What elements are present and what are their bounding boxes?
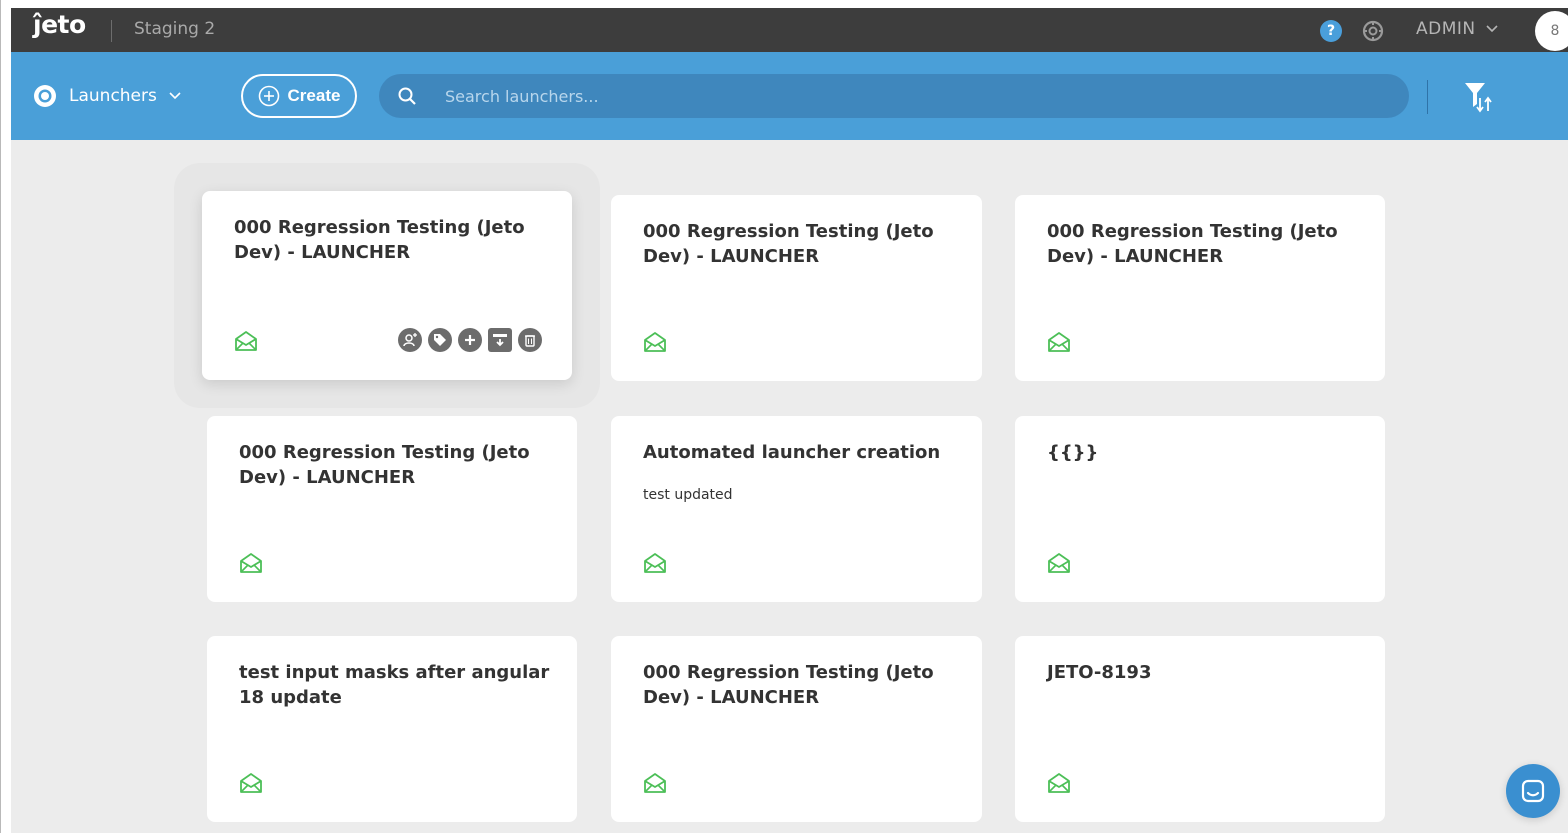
launcher-card[interactable]: 000 Regression Testing (Jeto Dev) - LAUN…: [1015, 195, 1385, 381]
card-title: test input masks after angular 18 update: [239, 662, 550, 708]
chat-icon: [1521, 779, 1545, 803]
create-button[interactable]: Create: [241, 74, 357, 118]
chevron-down-icon: [1486, 25, 1498, 33]
card-title: {{}}: [1047, 442, 1099, 463]
top-bar: ĵeto Staging 2 ? ADMIN 8: [11, 8, 1568, 52]
card-title: 000 Regression Testing (Jeto Dev) - LAUN…: [643, 221, 934, 267]
toolbar: Launchers Create: [11, 52, 1568, 140]
card-title: Automated launcher creation: [643, 442, 941, 463]
envelope-open-icon: [1048, 773, 1070, 793]
user-menu[interactable]: ADMIN: [1416, 19, 1498, 39]
launchers-grid: 000 Regression Testing (Jeto Dev) - LAUN…: [11, 140, 1568, 833]
section-selector-label: Launchers: [69, 86, 157, 106]
tag-icon[interactable]: [428, 328, 452, 352]
section-selector[interactable]: Launchers: [33, 84, 181, 108]
card-title: JETO-8193: [1047, 662, 1152, 683]
envelope-open-icon: [644, 553, 666, 573]
jeto-logo[interactable]: ĵeto: [33, 10, 86, 39]
envelope-open-icon: [1048, 332, 1070, 352]
add-icon[interactable]: [458, 328, 482, 352]
launcher-card[interactable]: 000 Regression Testing (Jeto Dev) - LAUN…: [207, 416, 577, 602]
logo-divider: [111, 20, 112, 42]
card-title: 000 Regression Testing (Jeto Dev) - LAUN…: [239, 442, 530, 488]
add-user-icon[interactable]: [398, 328, 422, 352]
card-actions: [398, 328, 542, 352]
search-icon: [398, 87, 416, 105]
archive-icon[interactable]: [488, 328, 512, 352]
envelope-open-icon: [1048, 553, 1070, 573]
delete-icon[interactable]: [518, 328, 542, 352]
launcher-card[interactable]: JETO-8193: [1015, 636, 1385, 822]
card-title: 000 Regression Testing (Jeto Dev) - LAUN…: [643, 662, 934, 708]
target-icon: [34, 85, 56, 107]
search-input[interactable]: [445, 74, 1385, 118]
help-icon[interactable]: ?: [1320, 20, 1342, 42]
plus-circle-icon: [258, 85, 279, 107]
gear-icon[interactable]: [1361, 19, 1385, 43]
create-button-label: Create: [287, 86, 341, 105]
search-bar[interactable]: [379, 74, 1409, 118]
envelope-open-icon: [644, 332, 666, 352]
launcher-card[interactable]: 000 Regression Testing (Jeto Dev) - LAUN…: [202, 191, 572, 380]
environment-name: Staging 2: [134, 19, 216, 39]
user-menu-label: ADMIN: [1416, 19, 1476, 39]
launcher-card[interactable]: test input masks after angular 18 update: [207, 636, 577, 822]
envelope-open-icon: [240, 773, 262, 793]
envelope-open-icon: [235, 331, 257, 351]
avatar[interactable]: 8: [1535, 11, 1568, 51]
envelope-open-icon: [240, 553, 262, 573]
chat-button[interactable]: [1506, 764, 1560, 818]
launcher-card[interactable]: {{}}: [1015, 416, 1385, 602]
launcher-card[interactable]: 000 Regression Testing (Jeto Dev) - LAUN…: [611, 636, 982, 822]
chevron-down-icon: [169, 92, 181, 100]
card-title: 000 Regression Testing (Jeto Dev) - LAUN…: [234, 217, 525, 263]
card-title: 000 Regression Testing (Jeto Dev) - LAUN…: [1047, 221, 1338, 267]
launcher-card[interactable]: 000 Regression Testing (Jeto Dev) - LAUN…: [611, 195, 982, 381]
card-description: test updated: [643, 487, 733, 503]
toolbar-divider: [1427, 80, 1428, 114]
filter-sort-icon[interactable]: [1463, 80, 1497, 114]
launcher-card[interactable]: Automated launcher creation test updated: [611, 416, 982, 602]
envelope-open-icon: [644, 773, 666, 793]
app-frame: ĵeto Staging 2 ? ADMIN 8 Launchers Creat…: [0, 0, 1568, 833]
